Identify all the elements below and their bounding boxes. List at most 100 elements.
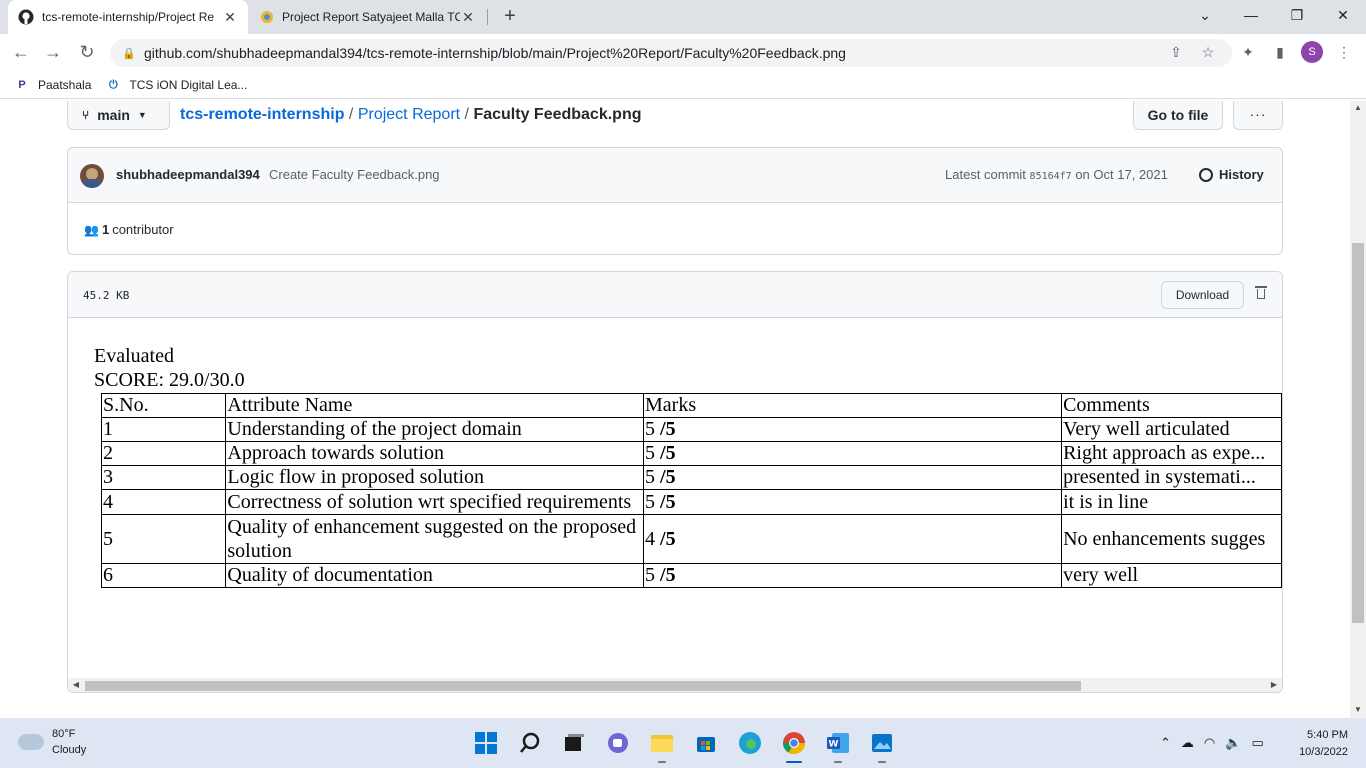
trash-icon[interactable] [1254,284,1268,302]
bookmarks-bar: P Paatshala ⏻ TCS iON Digital Lea... [0,71,1366,99]
tab-close-icon[interactable]: ✕ [222,9,238,26]
cloud-icon [18,734,44,750]
battery-icon[interactable]: ▭ [1251,735,1263,751]
horizontal-scroll-thumb[interactable] [85,681,1081,691]
taskbar-clock[interactable]: 5:40 PM 10/3/2022 [1290,727,1348,761]
vertical-scrollbar[interactable]: ▲ ▼ [1350,101,1366,718]
branch-icon: ⑂ [82,108,90,122]
table-row: 6 Quality of documentation 5 /5 very wel… [100,563,1282,588]
mark-out-of: /5 [660,442,676,465]
header-marks: Marks [643,393,1063,418]
task-view-icon[interactable] [558,727,590,759]
tcs-favicon-icon [261,11,273,23]
mark-value: 4 [645,528,656,550]
paatshala-icon: P [18,78,26,91]
tab-bar: tcs-remote-internship/Project Re ✕ Proje… [0,0,1366,34]
tab-search-icon[interactable]: ⌄ [1182,0,1228,32]
share-icon[interactable]: ⇪ [1166,42,1186,62]
close-window-icon[interactable]: ✕ [1320,0,1366,32]
bookmark-tcs-ion[interactable]: ⏻ TCS iON Digital Lea... [105,77,247,93]
mark-value: 5 [645,466,656,489]
breadcrumb-folder-link[interactable]: Project Report [358,106,460,123]
file-explorer-icon[interactable] [646,727,678,763]
search-icon[interactable] [514,727,546,759]
breadcrumb: tcs-remote-internship / Project Report /… [180,106,642,124]
taskbar-apps: W [470,727,910,763]
cell-attribute: Approach towards solution [225,441,645,466]
microsoft-store-icon[interactable] [690,727,722,759]
branch-select-button[interactable]: ⑂ main ▼ [67,101,170,130]
contributors-link[interactable]: 👥 1 contributor [84,222,174,237]
cell-marks: 5 /5 [643,563,1063,588]
minimize-icon[interactable]: — [1228,0,1274,32]
wifi-icon[interactable]: ◠ [1204,735,1215,751]
scroll-down-icon[interactable]: ▼ [1350,705,1366,714]
tab-project-report[interactable]: Project Report Satyajeet Malla TC ✕ [250,0,486,34]
back-icon[interactable]: ← [8,40,34,66]
github-icon [18,9,34,25]
horizontal-scrollbar[interactable]: ◀ ▶ [68,678,1282,692]
mark-out-of: /5 [660,564,676,587]
cell-sno: 4 [100,489,227,515]
scroll-up-icon[interactable]: ▲ [1350,103,1366,112]
photos-icon[interactable] [866,727,898,763]
table-row: 1 Understanding of the project domain 5 … [100,417,1282,442]
weather-widget[interactable]: 80°F Cloudy [18,726,86,758]
commit-author-link[interactable]: shubhadeepmandal394 [116,167,260,182]
cell-attribute: Correctness of solution wrt specified re… [225,489,645,515]
new-tab-icon[interactable]: + [498,5,522,29]
bookmark-label: Paatshala [38,77,92,92]
bookmark-label: TCS iON Digital Lea... [129,77,248,92]
scroll-left-icon[interactable]: ◀ [68,678,84,692]
people-icon: 👥 [84,222,99,237]
taskbar: 80°F Cloudy W ⌃ ☁ ◠ 🔈 ▭ 5:40 PM 10/3/202… [0,718,1366,768]
cell-sno: 5 [100,514,227,564]
scroll-right-icon[interactable]: ▶ [1266,678,1282,692]
restore-icon[interactable]: ❐ [1274,0,1320,32]
cell-comment: Right approach as expe... [1061,441,1282,466]
breadcrumb-separator: / [464,106,469,123]
chevron-up-icon[interactable]: ⌃ [1160,735,1171,751]
forward-icon[interactable]: → [40,40,66,66]
mark-value: 5 [645,491,656,513]
volume-icon[interactable]: 🔈 [1225,735,1241,751]
bookmark-star-icon[interactable]: ☆ [1198,42,1218,62]
menu-dots-icon[interactable]: ⋮ [1334,42,1354,62]
bookmark-paatshala[interactable]: P Paatshala [14,77,91,93]
file-viewer: 45.2 KB Download Evaluated SCORE: 29.0/3… [67,271,1283,693]
table-row: 2 Approach towards solution 5 /5 Right a… [100,441,1282,466]
cell-sno: 3 [100,465,227,490]
history-link[interactable]: History [1199,167,1264,182]
teams-chat-icon[interactable] [602,727,634,759]
commit-sha-link[interactable]: 85164f7 [1030,171,1072,182]
go-to-file-button[interactable]: Go to file [1133,101,1223,130]
tab-github[interactable]: tcs-remote-internship/Project Re ✕ [8,0,248,34]
cell-comment: No enhancements sugges [1061,514,1282,564]
commit-message-link[interactable]: Create Faculty Feedback.png [269,167,440,182]
cell-comment: Very well articulated [1061,417,1282,442]
breadcrumb-repo-link[interactable]: tcs-remote-internship [180,106,344,123]
header-sno: S.No. [100,393,227,418]
reload-icon[interactable]: ↻ [74,40,100,66]
start-icon[interactable] [470,727,502,759]
commit-header: shubhadeepmandal394 Create Faculty Feedb… [68,148,1282,203]
address-bar[interactable]: 🔒 github.com/shubhadeepmandal394/tcs-rem… [110,39,1232,67]
vertical-scroll-thumb[interactable] [1352,243,1364,623]
taskbar-time: 5:40 PM [1307,729,1348,741]
word-icon[interactable]: W [822,727,854,763]
browser-toolbar: ← → ↻ 🔒 github.com/shubhadeepmandal394/t… [0,34,1366,71]
edge-icon[interactable] [734,727,766,759]
cell-marks: 5 /5 [643,489,1063,515]
extensions-icon[interactable]: ✦ [1238,42,1258,62]
mark-value: 5 [645,564,656,587]
side-panel-icon[interactable]: ▮ [1270,42,1290,62]
tab-close-icon[interactable]: ✕ [460,9,476,26]
more-options-button[interactable]: ··· [1233,101,1283,130]
author-avatar[interactable] [80,164,104,188]
download-button[interactable]: Download [1161,281,1244,309]
profile-avatar[interactable]: S [1301,41,1323,63]
mark-value: 5 [645,442,656,465]
chrome-icon[interactable] [778,727,810,763]
onedrive-icon[interactable]: ☁ [1181,735,1194,751]
cell-marks: 5 /5 [643,441,1063,466]
